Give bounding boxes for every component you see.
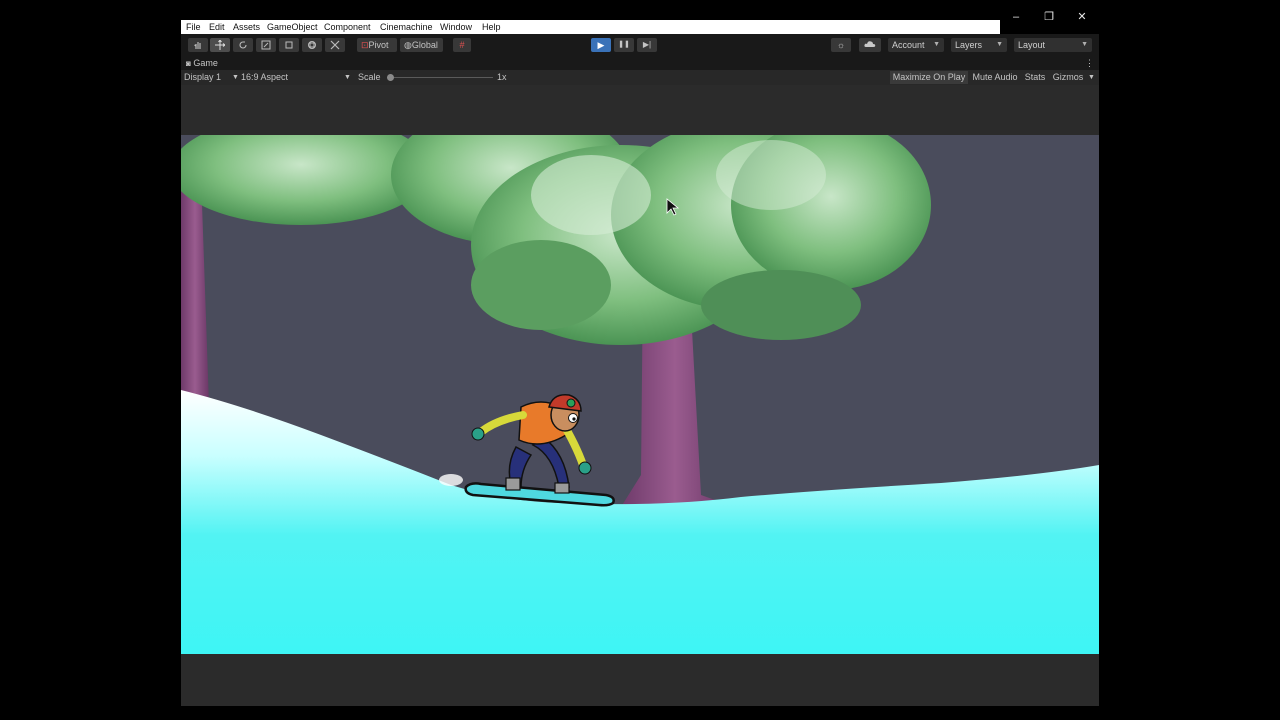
chevron-down-icon: ▼ <box>232 74 239 81</box>
light-toggle-button[interactable]: ☼ <box>831 38 851 52</box>
scale-slider-thumb[interactable] <box>387 74 394 81</box>
menu-component[interactable]: Component <box>324 21 371 33</box>
chevron-down-icon: ▼ <box>933 41 940 48</box>
menu-cinemachine[interactable]: Cinemachine <box>380 21 433 33</box>
pivot-label: Pivot <box>368 40 389 50</box>
window-controls: – ❐ ✕ <box>1000 0 1099 34</box>
menu-window[interactable]: Window <box>440 21 472 33</box>
scale-icon <box>261 40 271 50</box>
menu-gameobject[interactable]: GameObject <box>267 21 318 33</box>
hand-tool-button[interactable] <box>188 38 208 52</box>
global-toggle[interactable]: ◍Global <box>400 38 443 52</box>
move-icon <box>215 40 225 50</box>
display-label: Display 1 <box>184 72 222 82</box>
step-icon: ▶| <box>642 40 652 49</box>
chevron-down-icon: ▼ <box>996 41 1003 48</box>
chevron-down-icon: ▼ <box>1081 41 1088 48</box>
pivot-toggle[interactable]: ⊡Pivot <box>357 38 397 52</box>
pause-button[interactable]: ❚❚ <box>614 38 634 52</box>
aspect-label: 16:9 Aspect <box>241 72 289 82</box>
account-dropdown[interactable]: Account ▼ <box>888 38 944 52</box>
stats-toggle[interactable]: Stats <box>1022 71 1048 84</box>
layers-dropdown[interactable]: Layers ▼ <box>951 38 1007 52</box>
game-tab-bar: ◙ Game ⋮ <box>181 56 1099 70</box>
restore-button[interactable]: ❐ <box>1039 8 1059 26</box>
global-label: Global <box>411 40 438 50</box>
gizmos-toggle[interactable]: Gizmos <box>1050 71 1086 84</box>
scale-tool-button[interactable] <box>256 38 276 52</box>
globe-icon: ◍ <box>404 40 412 50</box>
tab-options-icon[interactable]: ⋮ <box>1085 56 1094 70</box>
mute-audio-toggle[interactable]: Mute Audio <box>970 71 1020 84</box>
account-label: Account <box>892 40 925 50</box>
game-scene[interactable] <box>181 135 1099 654</box>
cloud-button[interactable] <box>859 38 881 52</box>
hand-icon <box>194 42 201 49</box>
gizmos-dropdown-icon[interactable]: ▼ <box>1088 72 1095 83</box>
rect-tool-button[interactable] <box>279 38 299 52</box>
menu-file[interactable]: File <box>186 21 201 33</box>
chevron-down-icon: ▼ <box>344 74 351 81</box>
menu-edit[interactable]: Edit <box>209 21 225 33</box>
menu-assets[interactable]: Assets <box>233 21 260 33</box>
maximize-on-play-toggle[interactable]: Maximize On Play <box>890 71 968 84</box>
cloud-icon <box>864 41 876 47</box>
menu-help[interactable]: Help <box>482 21 501 33</box>
tab-game[interactable]: ◙ Game <box>186 57 218 69</box>
pause-icon: ❚❚ <box>618 41 630 48</box>
toolbar: ⊡Pivot ◍Global # ▶ ❚❚ ▶| ☼ Account ▼ Lay… <box>181 34 1099 56</box>
scale-slider-track[interactable] <box>387 74 493 81</box>
grid-snap-icon: # <box>459 40 465 50</box>
layers-label: Layers <box>955 40 983 50</box>
sun-icon: ☼ <box>836 40 846 50</box>
custom-tool-button[interactable] <box>325 38 345 52</box>
minimize-button[interactable]: – <box>1006 8 1026 26</box>
move-tool-button[interactable] <box>210 38 230 52</box>
transform-icon <box>308 41 316 49</box>
layout-dropdown[interactable]: Layout ▼ <box>1014 38 1092 52</box>
rotate-icon <box>239 41 247 49</box>
play-icon: ▶ <box>597 40 605 50</box>
close-button[interactable]: ✕ <box>1072 8 1092 26</box>
snap-toggle[interactable]: # <box>453 38 471 52</box>
tools-icon <box>330 40 340 50</box>
rect-icon <box>285 41 293 49</box>
game-render <box>181 135 1099 654</box>
snow-spray <box>439 474 463 486</box>
transform-tool-button[interactable] <box>302 38 322 52</box>
layout-label: Layout <box>1018 40 1046 50</box>
rotate-tool-button[interactable] <box>233 38 253 52</box>
play-button[interactable]: ▶ <box>591 38 611 52</box>
step-button[interactable]: ▶| <box>637 38 657 52</box>
display-dropdown[interactable]: Display 1 ▼ <box>184 72 239 83</box>
gamepad-icon: ◙ <box>186 59 191 68</box>
game-view-controls: Display 1 ▼ 16:9 Aspect ▼ Scale 1x Maxim… <box>181 70 1099 85</box>
tab-game-label: Game <box>193 58 218 68</box>
scale-value: 1x <box>497 72 507 82</box>
menu-bar: File Edit Assets GameObject Component Ci… <box>181 20 1000 34</box>
aspect-dropdown[interactable]: 16:9 Aspect ▼ <box>241 72 353 83</box>
scale-label: Scale <box>358 72 381 82</box>
pivot-icon: ⊡ <box>361 40 369 50</box>
